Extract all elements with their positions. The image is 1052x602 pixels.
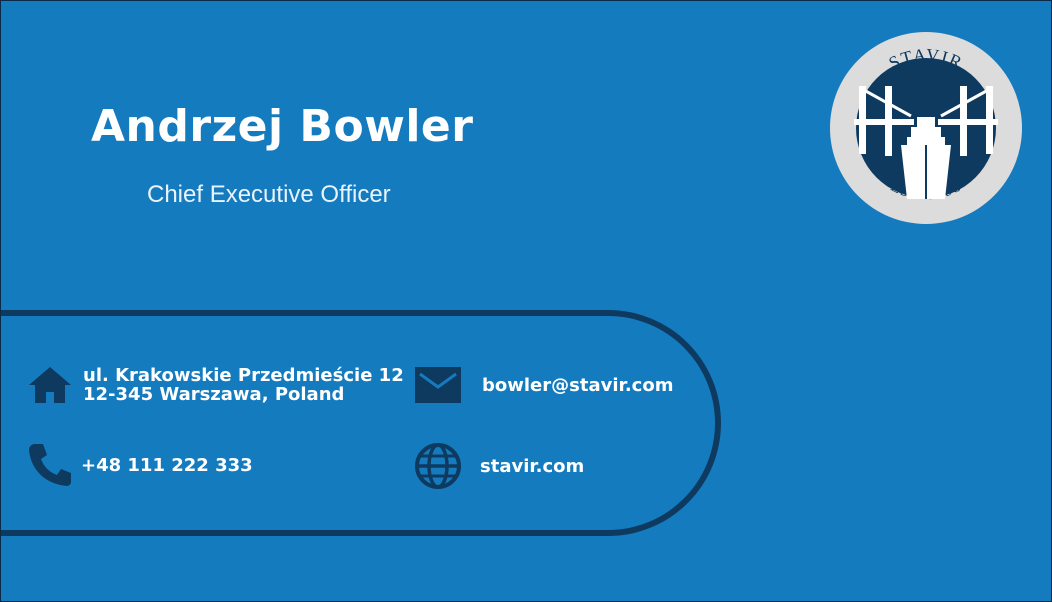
person-title: Chief Executive Officer — [147, 181, 391, 208]
email-icon — [415, 367, 461, 403]
globe-icon — [415, 443, 461, 489]
address-row: ul. Krakowskie Przedmieście 12 12-345 Wa… — [27, 365, 404, 405]
website-row: stavir.com — [414, 442, 584, 490]
phone-icon — [29, 444, 71, 486]
business-card: Andrzej Bowler Chief Executive Officer u… — [0, 0, 1052, 602]
email-row: bowler@stavir.com — [414, 365, 673, 405]
website-link[interactable]: stavir.com — [480, 457, 584, 476]
home-icon — [29, 367, 71, 403]
stavir-logo: STAVIR EST. 1998 — [830, 32, 1022, 224]
phone-number[interactable]: +48 111 222 333 — [81, 456, 253, 475]
person-name: Andrzej Bowler — [91, 101, 474, 152]
contact-panel — [1, 310, 721, 536]
phone-row: +48 111 222 333 — [27, 442, 253, 488]
address-line-2: 12-345 Warszawa, Poland — [83, 384, 345, 405]
address-line-1: ul. Krakowskie Przedmieście 12 — [83, 365, 404, 386]
email-link[interactable]: bowler@stavir.com — [482, 376, 673, 395]
